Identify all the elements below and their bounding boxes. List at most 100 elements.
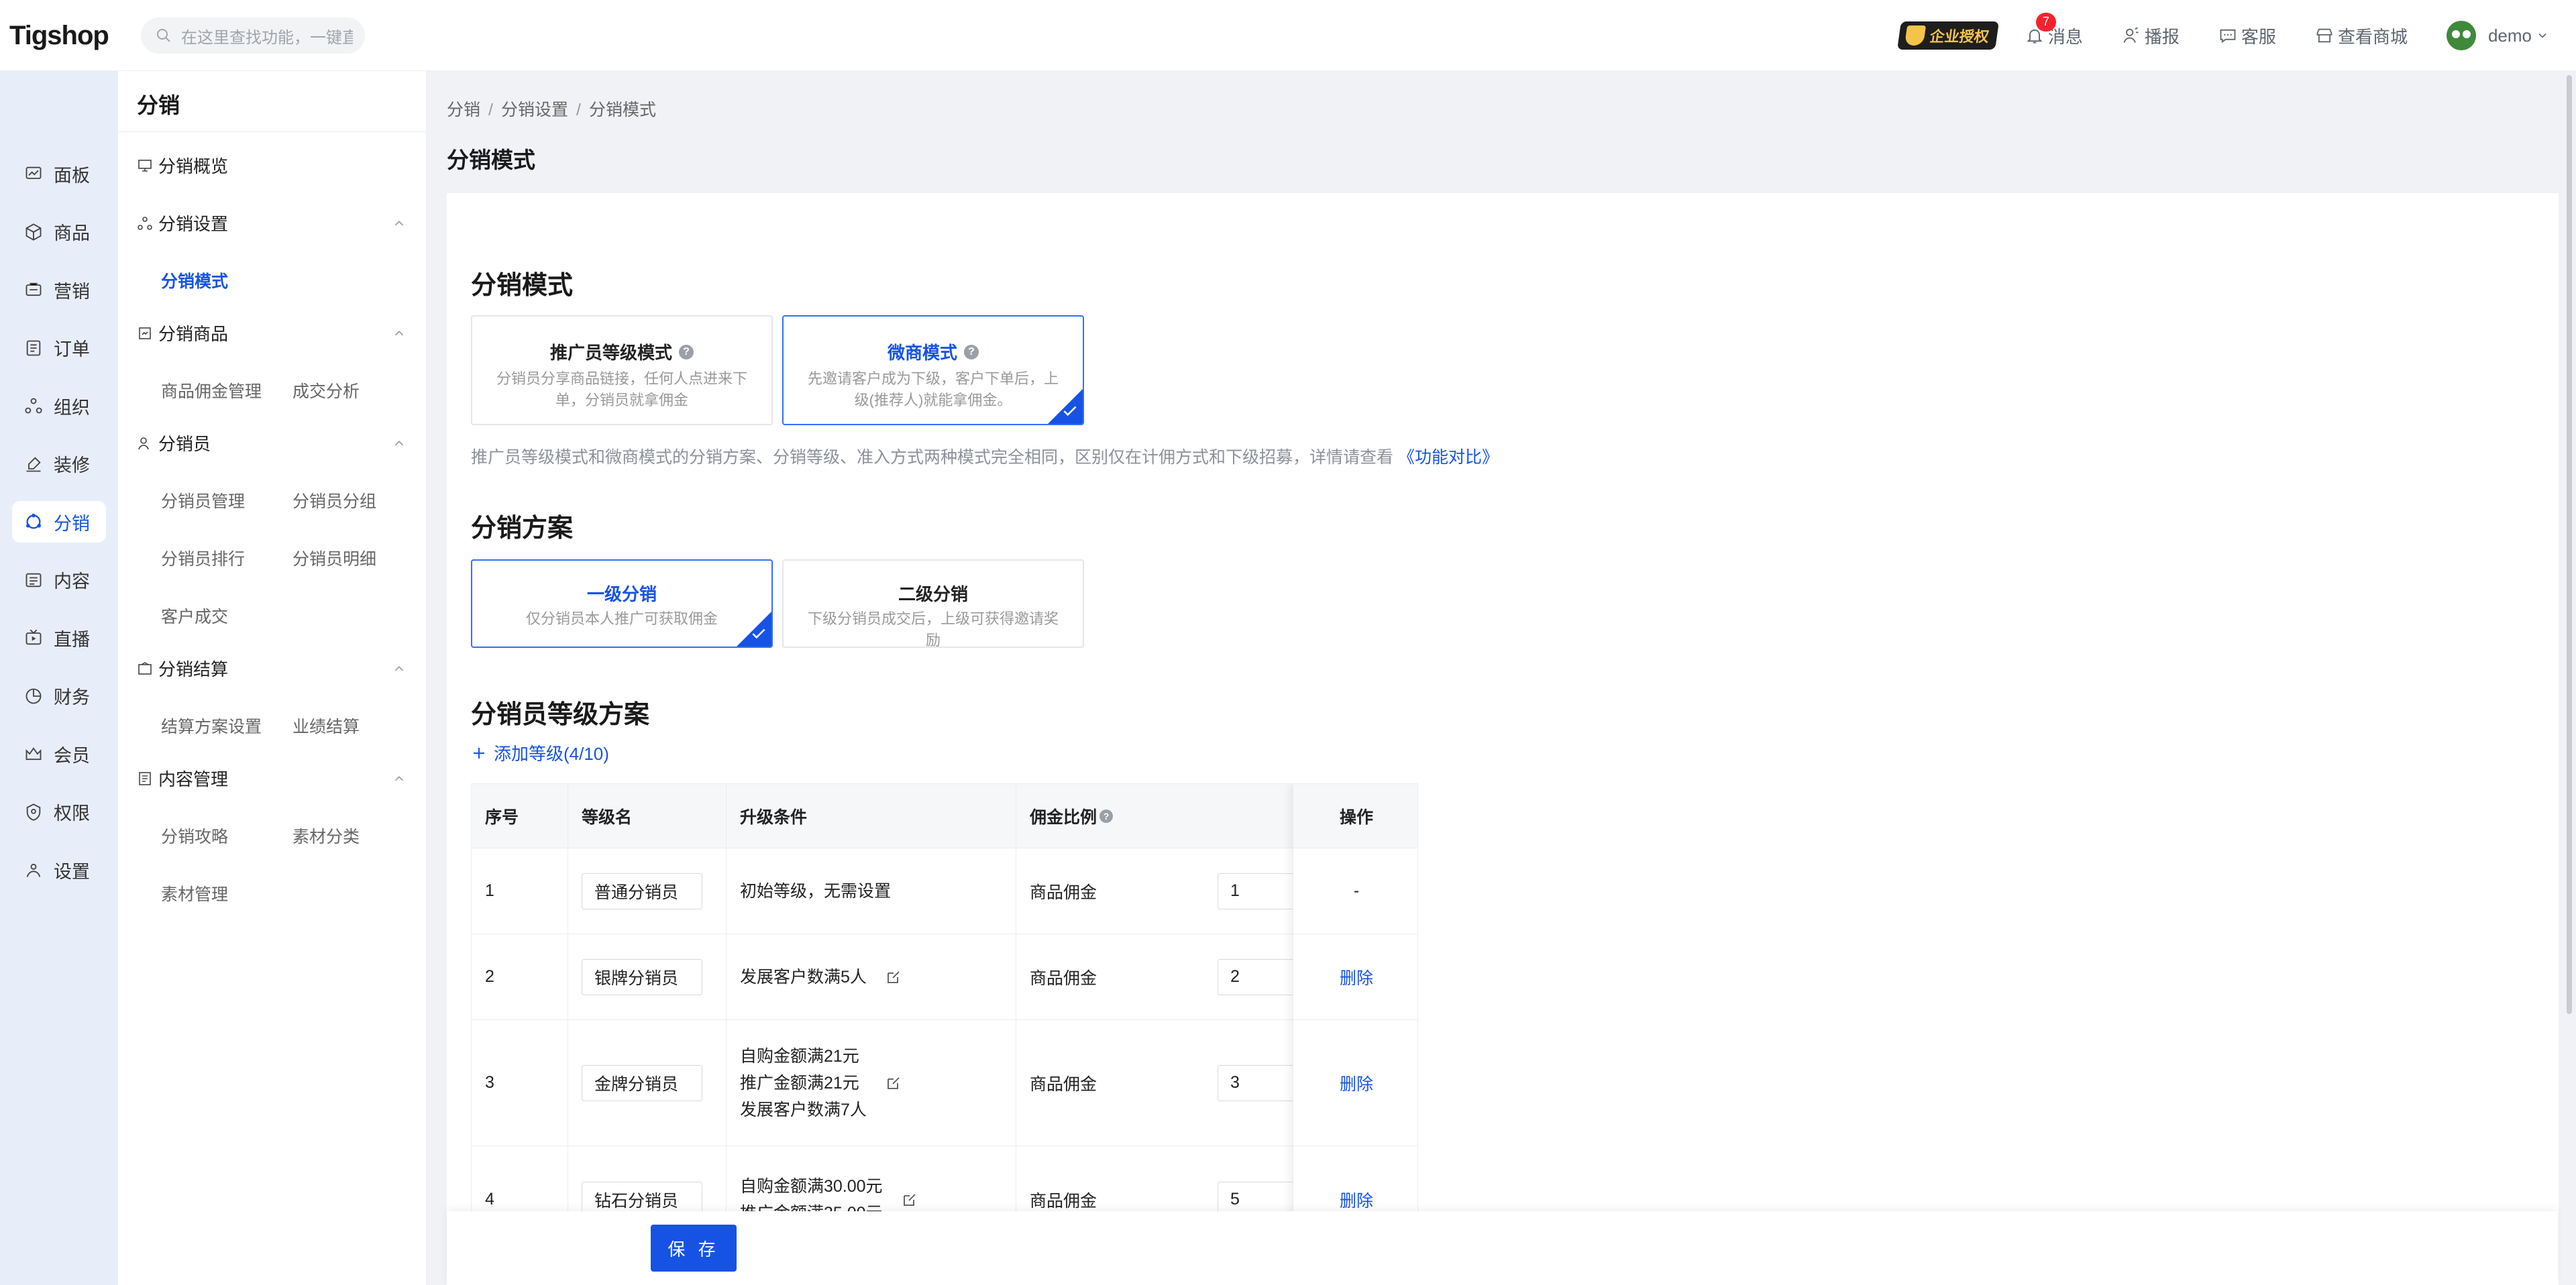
op-cell: 删除 — [1293, 1020, 1417, 1146]
submenu-item-settle-plan[interactable]: 结算方案设置 — [161, 714, 262, 738]
enterprise-badge[interactable]: 企业授权 — [1896, 21, 1999, 50]
submenu-group-settings[interactable]: 分销设置 — [137, 211, 412, 235]
submenu-item-deal-analysis[interactable]: 成交分析 — [292, 378, 360, 402]
ops-column: 操作 - 删除 删除 删除 — [1293, 784, 1417, 1285]
dashboard-icon — [25, 166, 42, 179]
user-icon — [138, 437, 149, 449]
help-icon[interactable]: ? — [1099, 809, 1114, 823]
level-name-cell: 金牌分销员 — [568, 1020, 727, 1146]
submenu-item-material-manage[interactable]: 素材管理 — [161, 881, 228, 905]
submenu-item-material-category[interactable]: 素材分类 — [292, 824, 360, 848]
submenu-item-customer-deal[interactable]: 客户成交 — [161, 604, 228, 628]
compare-link[interactable]: 《功能对比》 — [1398, 448, 1499, 467]
rail-item-12[interactable]: 权限 — [12, 791, 106, 833]
level-ratio-cell: 商品佣金 1 — [1016, 848, 1311, 934]
chevron-up-icon — [394, 220, 404, 225]
edit-icon[interactable] — [902, 1192, 918, 1208]
delete-button[interactable]: 删除 — [1340, 1188, 1373, 1212]
enterprise-badge-label: 企业授权 — [1928, 28, 1990, 45]
condition-text: 初始等级，无需设置 — [740, 881, 892, 901]
col-ops: 操作 — [1293, 784, 1417, 848]
submenu-group-settle[interactable]: 分销结算 — [137, 656, 412, 681]
delete-button[interactable]: 删除 — [1340, 965, 1373, 989]
level-no-cell: 2 — [472, 934, 568, 1020]
plan-option-level1[interactable]: 一级分销 仅分销员本人推广可获取佣金 — [471, 559, 773, 648]
level-name-input[interactable]: 银牌分销员 — [582, 958, 702, 995]
rail-item-5[interactable]: 组织 — [12, 385, 106, 427]
submenu-item-performance[interactable]: 业绩结算 — [292, 714, 360, 738]
brand-logo[interactable]: Tigshop — [9, 20, 110, 51]
rail-item-7[interactable]: 分销 — [12, 501, 106, 543]
help-icon[interactable]: ? — [964, 344, 979, 359]
submenu-group-members[interactable]: 分销员 — [137, 431, 412, 455]
condition-list: 初始等级，无需设置 — [740, 878, 891, 905]
mode-note: 推广员等级模式和微商模式的分销方案、分销等级、准入方式两种模式完全相同，区别仅在… — [471, 444, 1499, 468]
plan-option-desc: 仅分销员本人推广可获取佣金 — [525, 610, 718, 627]
brush-icon — [26, 456, 41, 471]
edit-icon[interactable] — [885, 1075, 902, 1091]
breadcrumb-item[interactable]: 分销设置 — [501, 101, 568, 119]
add-level-button[interactable]: 添加等级(4/10) — [471, 740, 609, 765]
rail-item-label: 订单 — [54, 339, 90, 359]
broadcast-icon — [2123, 27, 2139, 43]
rail-item-6[interactable]: 装修 — [12, 443, 106, 485]
level-condition-cell: 自购金额满21元 推广金额满21元 发展客户数满7人 — [727, 1020, 1016, 1146]
op-none: - — [1353, 881, 1360, 900]
user-menu[interactable]: demo — [2446, 21, 2549, 50]
finance-icon — [25, 688, 42, 704]
rail-item-label: 直播 — [54, 629, 90, 650]
submenu-overview[interactable]: 分销概览 — [137, 153, 412, 178]
goods-icon — [139, 327, 151, 339]
level-name-input[interactable]: 普通分销员 — [582, 873, 702, 909]
service-label: 客服 — [2241, 26, 2276, 47]
submenu-overview-label: 分销概览 — [158, 156, 229, 176]
edit-icon[interactable] — [885, 969, 902, 985]
view-store-button[interactable]: 查看商城 — [2315, 23, 2408, 48]
breadcrumb-item[interactable]: 分销 — [447, 101, 480, 119]
rail-item-10[interactable]: 财务 — [12, 675, 106, 717]
monitor-icon — [138, 159, 152, 172]
order-icon — [26, 340, 41, 355]
messages-button[interactable]: 7 消息 — [2025, 12, 2083, 48]
rail-item-11[interactable]: 会员 — [12, 733, 106, 775]
mode-option-promoter[interactable]: 推广员等级模式? 分销员分享商品链接，任何人点进来下单，分销员就拿佣金 — [471, 315, 773, 425]
submenu-item-member-group[interactable]: 分销员分组 — [292, 488, 376, 512]
submenu-item-member-rank[interactable]: 分销员排行 — [161, 546, 245, 570]
submenu-item-member-detail[interactable]: 分销员明细 — [292, 546, 376, 570]
rail-item-3[interactable]: 营销 — [12, 269, 106, 311]
plan-option-level2[interactable]: 二级分销 下级分销员成交后，上级可获得邀请奖励 — [782, 559, 1084, 648]
delete-button[interactable]: 删除 — [1340, 1071, 1373, 1095]
rail-item-label: 商品 — [54, 223, 90, 243]
rail-item-9[interactable]: 直播 — [12, 617, 106, 659]
rail-item-4[interactable]: 订单 — [12, 327, 106, 369]
scrollbar[interactable] — [2567, 75, 2572, 1014]
col-ratio-label: 佣金比例 — [1030, 807, 1097, 827]
submenu-group-content[interactable]: 内容管理 — [137, 766, 412, 791]
rail-item-1[interactable]: 面板 — [12, 153, 106, 194]
save-button[interactable]: 保 存 — [651, 1225, 737, 1272]
submenu-item-member-manage[interactable]: 分销员管理 — [161, 488, 245, 512]
plus-icon — [474, 747, 484, 759]
broadcast-button[interactable]: 播报 — [2122, 23, 2180, 48]
submenu-item-mode[interactable]: 分销模式 — [161, 268, 228, 292]
col-name: 等级名 — [568, 784, 727, 848]
submenu-item-goods-commission[interactable]: 商品佣金管理 — [161, 378, 262, 402]
search-icon — [157, 29, 170, 42]
rail-item-8[interactable]: 内容 — [12, 559, 106, 601]
submenu-item-guide[interactable]: 分销攻略 — [161, 824, 228, 848]
submenu-group-goods[interactable]: 分销商品 — [137, 321, 412, 345]
help-icon[interactable]: ? — [679, 344, 694, 359]
plan-option-desc: 下级分销员成交后，上级可获得邀请奖励 — [807, 610, 1059, 648]
rail-item-2[interactable]: 商品 — [12, 211, 106, 253]
service-button[interactable]: 客服 — [2218, 23, 2276, 48]
condition-list: 发展客户数满5人 — [740, 964, 867, 991]
rail-item-label: 装修 — [54, 455, 90, 476]
level-name-input[interactable]: 金牌分销员 — [582, 1064, 702, 1101]
rail-item-13[interactable]: 设置 — [12, 849, 106, 891]
rail-item-label: 内容 — [54, 571, 90, 592]
chevron-up-icon — [394, 330, 404, 335]
mode-option-wechat[interactable]: 微商模式? 先邀请客户成为下级，客户下单后，上级(推荐人)就能拿佣金。 — [782, 315, 1084, 425]
breadcrumb-separator: / — [576, 101, 581, 119]
breadcrumb-separator: / — [488, 101, 493, 119]
search-box[interactable]: 在这里查找功能，一键直达 — [141, 17, 365, 54]
